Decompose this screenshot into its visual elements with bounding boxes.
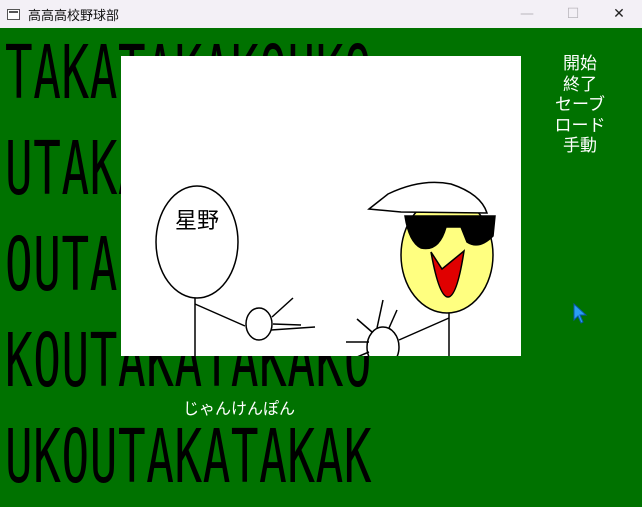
game-canvas[interactable]: TAKATAKAKOUKO UTAKATAKAKOUK OUTAKATAKAKO… bbox=[0, 28, 642, 507]
menu-manual[interactable]: 手動 bbox=[563, 136, 597, 157]
mouse-cursor-icon bbox=[573, 303, 588, 324]
title-bar: 高高高校野球部 — ☐ ✕ bbox=[0, 0, 642, 29]
minimize-button[interactable]: — bbox=[504, 0, 550, 28]
dialogue-text: じゃんけんぽん bbox=[183, 399, 296, 418]
minimize-icon: — bbox=[520, 6, 534, 22]
hoshino-head bbox=[155, 185, 239, 299]
opponent-figure bbox=[346, 181, 496, 356]
window-title: 高高高校野球部 bbox=[28, 8, 120, 24]
menu-quit[interactable]: 終了 bbox=[563, 75, 597, 96]
close-button[interactable]: ✕ bbox=[596, 0, 642, 28]
scene-illustration: 星野 bbox=[155, 181, 496, 356]
hoshino-hand bbox=[245, 307, 273, 341]
hoshino-arm bbox=[194, 303, 246, 327]
menu-load[interactable]: ロード bbox=[555, 116, 606, 137]
maximize-icon: ☐ bbox=[566, 6, 580, 22]
menu-save[interactable]: セーブ bbox=[555, 95, 605, 116]
opponent-cap bbox=[367, 181, 489, 214]
game-menu: 開始 終了 セーブ ロード 手動 bbox=[540, 54, 620, 157]
menu-start[interactable]: 開始 bbox=[563, 54, 597, 75]
app-window-icon bbox=[7, 8, 20, 20]
game-window: 高高高校野球部 — ☐ ✕ TAKATAKAKOUKO UTAKATAKAKOU… bbox=[0, 0, 642, 507]
hoshino-name-label: 星野 bbox=[175, 209, 219, 234]
maximize-button[interactable]: ☐ bbox=[550, 0, 596, 28]
scene-panel: 星野 bbox=[121, 56, 521, 356]
opponent-arm bbox=[398, 317, 450, 341]
close-icon: ✕ bbox=[613, 6, 625, 22]
background-text-row: UKOUTAKATAKAK bbox=[5, 414, 373, 500]
